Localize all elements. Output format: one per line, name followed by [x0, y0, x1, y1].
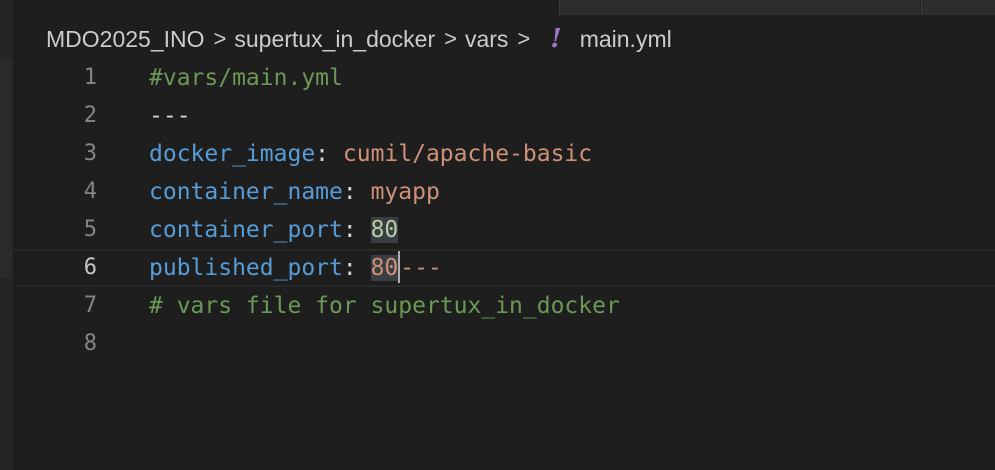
code-line[interactable]: 5 container_port: 80: [14, 211, 995, 249]
chevron-right-icon: >: [517, 26, 531, 51]
code-token: container_port: [149, 217, 343, 243]
line-number: 5: [83, 217, 97, 242]
tab-main-yml[interactable]: [14, 0, 559, 15]
chevron-right-icon: >: [444, 26, 457, 51]
code-line[interactable]: 7 # vars file for supertux_in_docker: [14, 287, 995, 325]
code-token: container_name: [149, 179, 343, 205]
code-line[interactable]: 6 published_port: 80---: [14, 249, 995, 287]
code-token: cumil/apache-basic: [342, 141, 593, 167]
code-text[interactable]: container_name: myapp: [149, 173, 440, 211]
code-text[interactable]: docker_image: cumil/apache-basic: [149, 135, 592, 173]
sidebar-panel-edge: [0, 60, 14, 278]
code-text[interactable]: ---: [149, 97, 191, 135]
code-token: ---: [149, 103, 191, 129]
code-text[interactable]: container_port: 80: [149, 211, 399, 249]
code-line[interactable]: 2 ---: [14, 97, 995, 135]
code-token: :: [342, 255, 371, 281]
code-token: #vars/main.yml: [149, 65, 343, 91]
editor-window: MDO2025_INO > supertux_in_docker > vars …: [0, 0, 995, 470]
line-number: 6: [83, 255, 97, 280]
chevron-right-icon: >: [213, 26, 227, 51]
line-number: 3: [83, 141, 97, 166]
code-text[interactable]: published_port: 80---: [149, 250, 442, 285]
line-number: 2: [83, 103, 97, 128]
line-number: 8: [83, 331, 97, 356]
breadcrumb-item-root[interactable]: MDO2025_INO: [46, 26, 205, 53]
code-line[interactable]: 3 docker_image: cumil/apache-basic: [14, 135, 995, 173]
code-token: myapp: [370, 179, 440, 205]
code-line[interactable]: 4 container_name: myapp: [14, 173, 995, 211]
tab-inactive[interactable]: [922, 0, 995, 15]
code-token: :: [342, 179, 371, 205]
code-line[interactable]: 8: [14, 325, 995, 363]
sidebar-edge: [0, 0, 14, 470]
code-text[interactable]: # vars file for supertux_in_docker: [149, 287, 620, 325]
code-token: published_port: [149, 255, 343, 281]
breadcrumb: MDO2025_INO > supertux_in_docker > vars …: [46, 22, 672, 56]
breadcrumb-item-project[interactable]: supertux_in_docker: [234, 26, 435, 53]
tab-inactive[interactable]: [560, 0, 920, 15]
line-number: 1: [83, 65, 97, 90]
code-token: 80: [370, 217, 399, 243]
code-line[interactable]: 1 #vars/main.yml: [14, 59, 995, 97]
code-token: :: [342, 217, 371, 243]
code-editor[interactable]: 1 #vars/main.yml 2 --- 3 docker_image: cumil/…: [14, 59, 995, 470]
code-text[interactable]: #vars/main.yml: [149, 59, 343, 97]
breadcrumb-item-folder[interactable]: vars: [465, 26, 508, 53]
breadcrumb-item-file[interactable]: main.yml: [580, 26, 672, 53]
line-number: 7: [83, 293, 97, 318]
code-token: 80: [370, 255, 399, 281]
code-token: ---: [400, 255, 442, 281]
line-number: 4: [83, 179, 97, 204]
tab-bar: [14, 0, 995, 15]
code-token: :: [315, 141, 343, 167]
code-token: # vars file for supertux_in_docker: [149, 293, 620, 319]
code-token: docker_image: [149, 141, 316, 167]
yaml-exclamation-icon: !: [550, 24, 562, 54]
